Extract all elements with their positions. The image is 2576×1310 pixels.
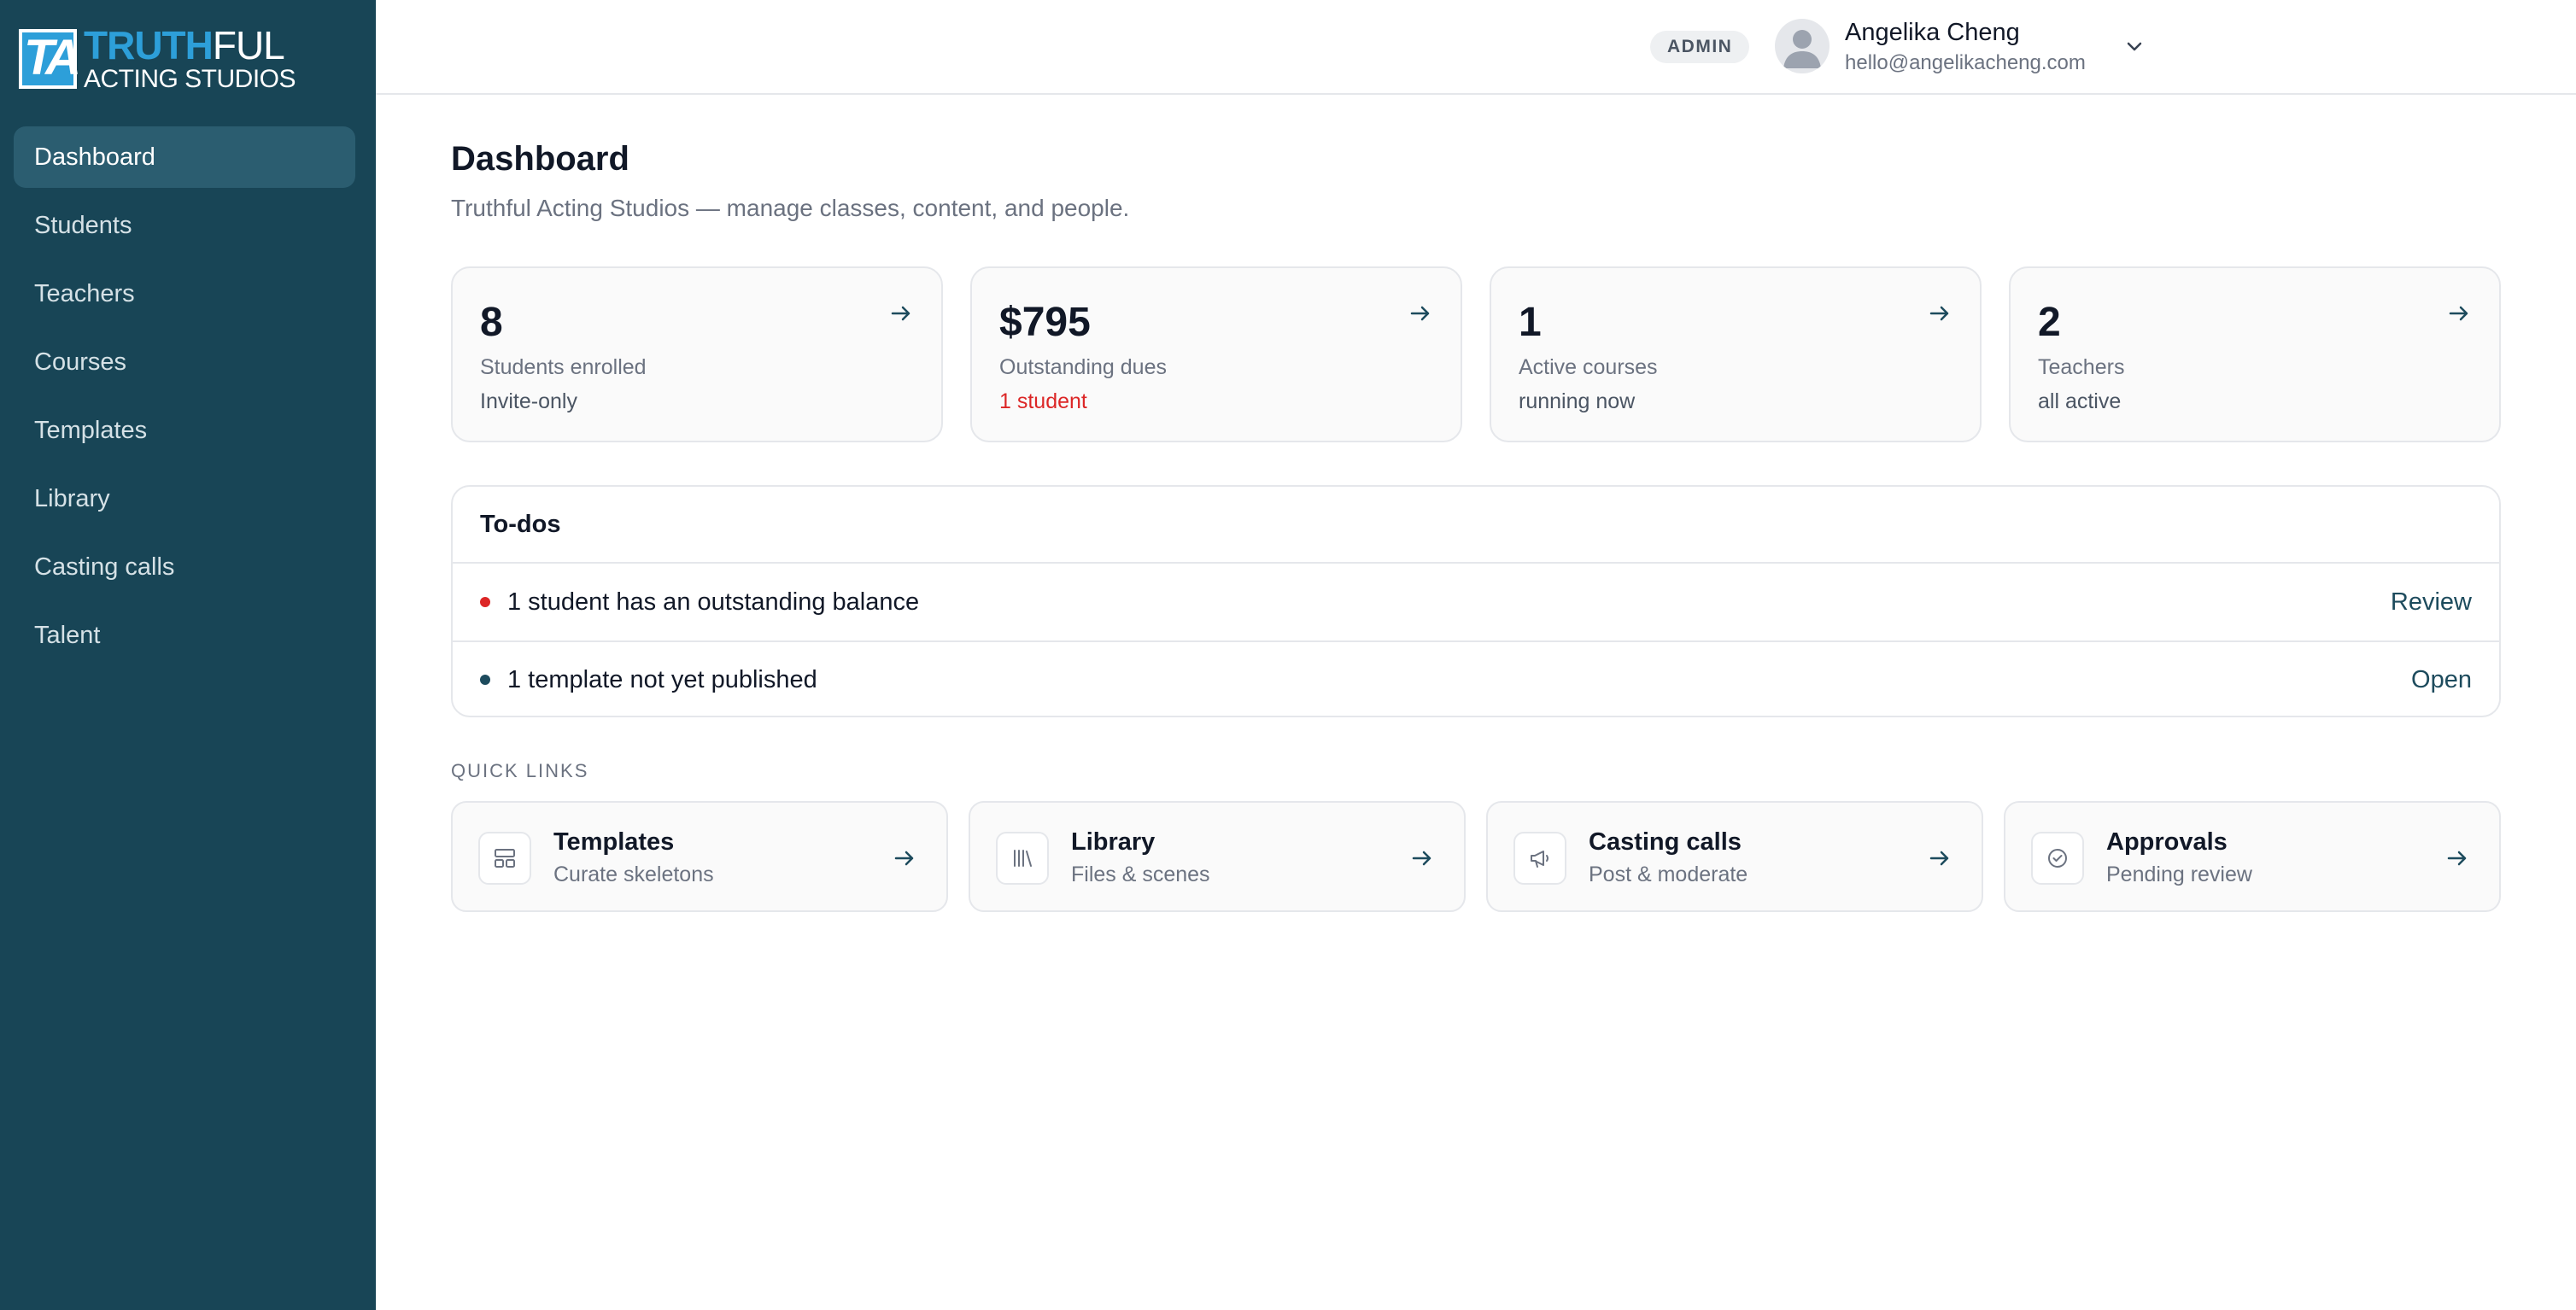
page-subtitle: Truthful Acting Studios — manage classes… — [451, 195, 1130, 221]
quick-link-title: Templates — [553, 828, 675, 856]
user-email: hello@angelikacheng.com — [1845, 51, 2086, 74]
brand-logo[interactable]: TA TRUTHFUL ACTING STUDIOS — [19, 26, 296, 92]
todo-item: 1 student has an outstanding balance Rev… — [453, 564, 2499, 640]
arrow-right-icon — [2449, 306, 2468, 321]
top-bar — [376, 0, 2576, 95]
todo-text: 1 template not yet published — [507, 665, 817, 693]
sidebar-nav: Dashboard Students Teachers Courses Temp… — [14, 126, 355, 673]
stat-card-students[interactable]: 8 Students enrolled Invite-only — [451, 266, 943, 442]
quick-link-approvals[interactable]: Approvals Pending review — [2004, 801, 2501, 912]
quick-link-subtitle: Curate skeletons — [553, 863, 714, 886]
arrow-right-icon — [1929, 851, 1949, 866]
stat-sub: 1 student — [999, 389, 1087, 413]
stat-value: 8 — [480, 300, 503, 345]
stat-sub: Invite-only — [480, 389, 577, 413]
stat-card-dues[interactable]: $795 Outstanding dues 1 student — [970, 266, 1462, 442]
quick-link-subtitle: Post & moderate — [1589, 863, 1748, 886]
sidebar: TA TRUTHFUL ACTING STUDIOS Dashboard Stu… — [0, 0, 376, 1310]
stat-value: 1 — [1519, 300, 1542, 345]
todos-title: To-dos — [453, 487, 2499, 564]
page-title: Dashboard — [451, 140, 629, 178]
avatar[interactable] — [1775, 19, 1830, 73]
sidebar-item-teachers[interactable]: Teachers — [14, 263, 355, 325]
logo-line2: ACTING STUDIOS — [84, 65, 296, 93]
megaphone-icon — [1513, 832, 1566, 885]
arrow-right-icon — [894, 851, 914, 866]
logo-line1: TRUTHFUL — [84, 23, 285, 67]
user-silhouette-icon — [1783, 30, 1821, 68]
stat-card-courses[interactable]: 1 Active courses running now — [1490, 266, 1982, 442]
arrow-right-icon — [891, 306, 910, 321]
stat-label: Teachers — [2038, 355, 2125, 379]
quick-link-library[interactable]: Library Files & scenes — [969, 801, 1466, 912]
quick-link-templates[interactable]: Templates Curate skeletons — [451, 801, 948, 912]
check-circle-icon — [2031, 832, 2084, 885]
stat-label: Students enrolled — [480, 355, 647, 379]
todo-text: 1 student has an outstanding balance — [507, 588, 920, 616]
chevron-down-icon[interactable] — [2122, 34, 2146, 58]
arrow-right-icon — [2447, 851, 2467, 866]
sidebar-item-casting-calls[interactable]: Casting calls — [14, 536, 355, 598]
todos-panel: To-dos 1 student has an outstanding bala… — [451, 485, 2501, 717]
stat-card-teachers[interactable]: 2 Teachers all active — [2009, 266, 2501, 442]
quick-link-subtitle: Pending review — [2106, 863, 2252, 886]
arrow-right-icon — [1929, 306, 1949, 321]
arrow-right-icon — [1412, 851, 1431, 866]
stat-label: Outstanding dues — [999, 355, 1167, 379]
logo-mark: TA — [19, 29, 81, 89]
sidebar-item-courses[interactable]: Courses — [14, 331, 355, 393]
alert-dot-icon — [480, 597, 490, 607]
library-icon — [996, 832, 1049, 885]
stat-sub: running now — [1519, 389, 1636, 413]
info-dot-icon — [480, 675, 490, 685]
review-link[interactable]: Review — [2391, 588, 2472, 617]
sidebar-item-templates[interactable]: Templates — [14, 400, 355, 461]
stat-sub: all active — [2038, 389, 2122, 413]
quick-link-casting-calls[interactable]: Casting calls Post & moderate — [1486, 801, 1983, 912]
stat-value: $795 — [999, 300, 1091, 345]
quick-link-title: Casting calls — [1589, 828, 1742, 856]
sidebar-item-talent[interactable]: Talent — [14, 605, 355, 666]
sidebar-item-students[interactable]: Students — [14, 195, 355, 256]
stat-label: Active courses — [1519, 355, 1658, 379]
layout-icon — [478, 832, 531, 885]
arrow-right-icon — [1410, 306, 1430, 321]
sidebar-item-dashboard[interactable]: Dashboard — [14, 126, 355, 188]
todo-item: 1 template not yet published Open — [453, 640, 2499, 717]
quick-link-subtitle: Files & scenes — [1071, 863, 1210, 886]
sidebar-item-library[interactable]: Library — [14, 468, 355, 529]
quick-link-title: Approvals — [2106, 828, 2228, 856]
stat-value: 2 — [2038, 300, 2061, 345]
quick-links-label: QUICK LINKS — [451, 760, 589, 781]
role-badge: ADMIN — [1650, 31, 1750, 63]
quick-link-title: Library — [1071, 828, 1156, 856]
user-name[interactable]: Angelika Cheng — [1845, 19, 2020, 47]
open-link[interactable]: Open — [2411, 666, 2472, 694]
